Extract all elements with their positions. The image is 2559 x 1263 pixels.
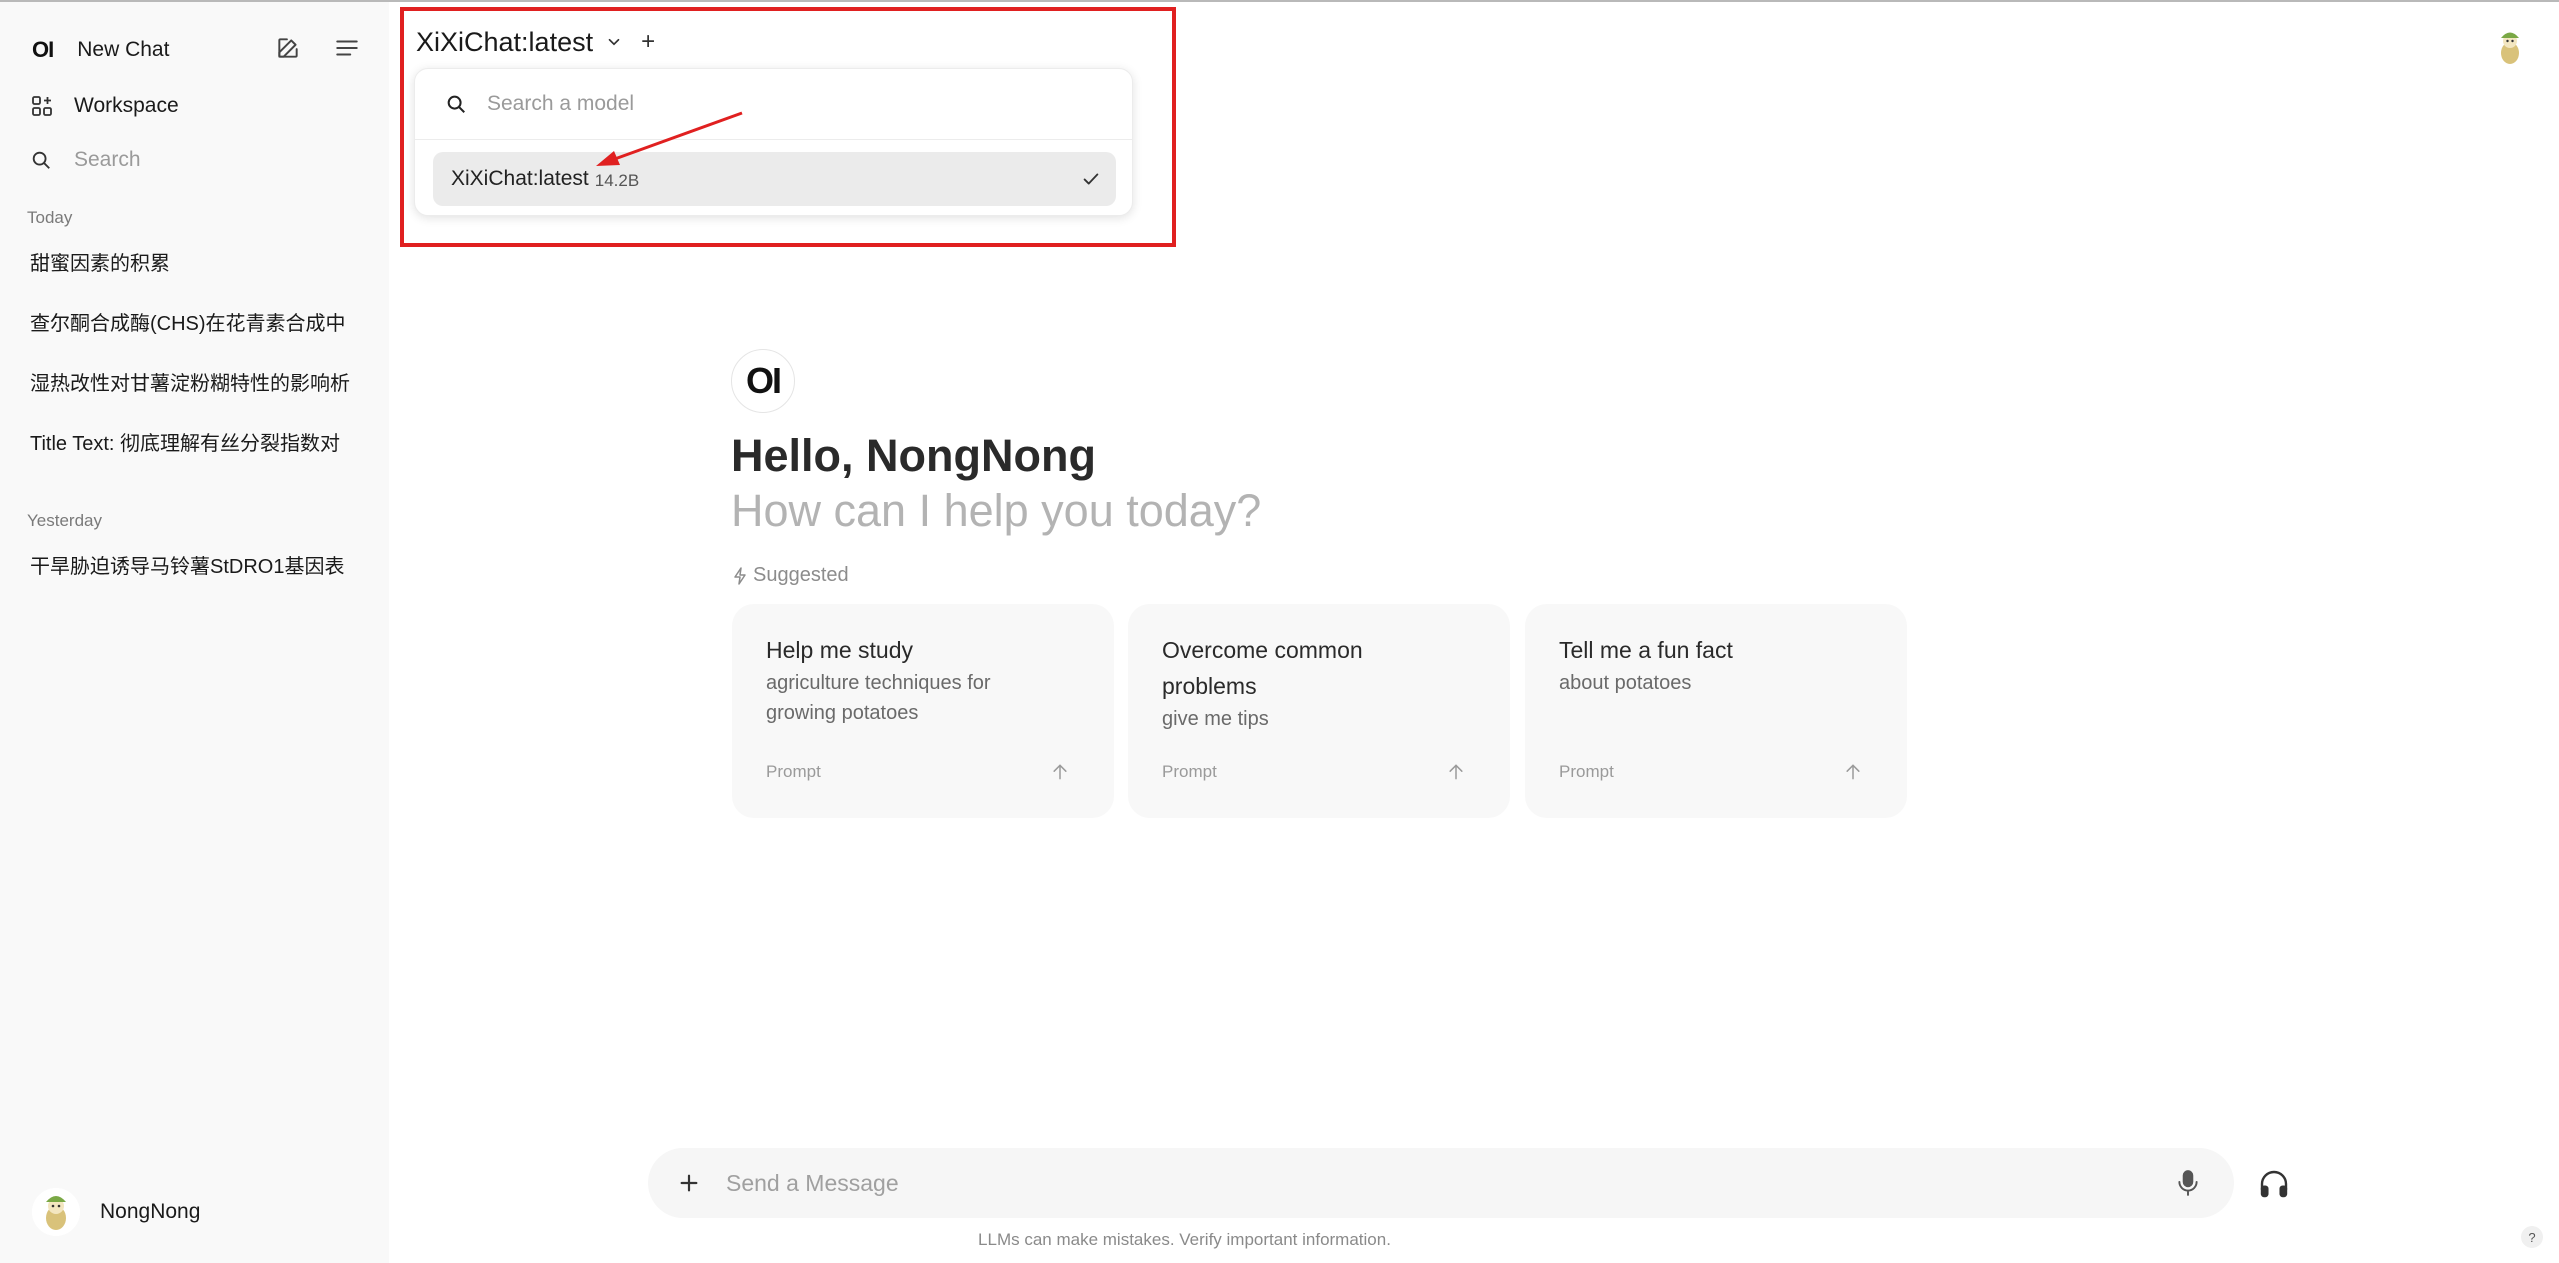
disclaimer-text: LLMs can make mistakes. Verify important… (978, 1230, 1391, 1249)
chat-item[interactable]: Title Text: 彻底理解有丝分裂指数对 (30, 430, 360, 458)
suggestion-tag: Prompt (766, 762, 821, 781)
headphones-icon (2260, 1170, 2288, 1198)
suggestion-card[interactable]: Help me study agriculture techniques for… (732, 604, 1114, 818)
message-composer (648, 1148, 2234, 1218)
new-chat-button[interactable] (268, 28, 308, 68)
section-yesterday: Yesterday (27, 511, 102, 530)
sidebar: OI New Chat Workspace Search Today 甜蜜因素的… (0, 2, 389, 1263)
arrow-up-icon (1053, 764, 1067, 780)
microphone-icon (2178, 1170, 2198, 1196)
help-button[interactable]: ? (2521, 1226, 2543, 1248)
suggestion-title: Tell me a fun fact (1559, 637, 1733, 663)
welcome-logo: OI (731, 349, 795, 413)
sidebar-menu-button[interactable] (327, 28, 367, 68)
chat-item[interactable]: 甜蜜因素的积累 (30, 250, 360, 278)
greeting-subtitle: How can I help you today? (731, 485, 1262, 536)
suggested-heading: Suggested (733, 564, 849, 587)
suggestion-tag: Prompt (1162, 762, 1217, 781)
edit-icon (278, 38, 298, 58)
app-logo: OI (32, 37, 54, 62)
suggestion-card[interactable]: Tell me a fun fact about potatoes Prompt (1525, 604, 1907, 818)
suggestion-title: Help me study (766, 637, 914, 663)
arrow-up-icon (1449, 764, 1463, 780)
new-chat-link[interactable]: OI New Chat (32, 30, 169, 70)
section-today: Today (27, 208, 73, 227)
voice-input-button[interactable] (2175, 1169, 2201, 1202)
chat-item[interactable]: 干旱胁迫诱导马铃薯StDRO1基因表 (30, 553, 360, 581)
suggestion-subtitle: agriculture techniques for growing potat… (766, 672, 991, 724)
chat-item[interactable]: 查尔酮合成酶(CHS)在花青素合成中 (30, 310, 360, 338)
attach-button[interactable] (674, 1168, 704, 1198)
search-icon (32, 151, 50, 169)
arrow-up-icon (1846, 764, 1860, 780)
user-menu[interactable]: NongNong (32, 1188, 200, 1236)
suggested-label: Suggested (753, 564, 849, 586)
plus-icon (680, 1174, 698, 1192)
suggestion-title: Overcome common problems (1162, 637, 1363, 699)
workspace-grid-icon (32, 96, 52, 116)
suggestion-subtitle: about potatoes (1559, 672, 1692, 694)
bolt-icon (734, 566, 746, 585)
top-avatar[interactable] (2492, 26, 2528, 66)
voice-mode-button[interactable] (2256, 1166, 2292, 1202)
suggestion-tag: Prompt (1559, 762, 1614, 781)
welcome-logo-text: OI (745, 360, 782, 401)
workspace-link[interactable]: Workspace (30, 86, 179, 126)
chat-item[interactable]: 湿热改性对甘薯淀粉糊特性的影响析 (30, 370, 360, 398)
message-input[interactable] (726, 1166, 2076, 1200)
sidebar-search-placeholder: Search (74, 148, 141, 171)
menu-lines-icon (336, 40, 358, 56)
suggestion-card[interactable]: Overcome common problems give me tips Pr… (1128, 604, 1510, 818)
workspace-label: Workspace (74, 94, 179, 117)
suggestion-subtitle: give me tips (1162, 708, 1269, 730)
new-chat-label: New Chat (77, 38, 170, 61)
avatar (32, 1188, 80, 1236)
user-name: NongNong (100, 1200, 201, 1223)
sidebar-search[interactable]: Search (30, 140, 370, 180)
annotation-highlight-box (400, 7, 1176, 247)
greeting: Hello, NongNong (731, 430, 1096, 481)
